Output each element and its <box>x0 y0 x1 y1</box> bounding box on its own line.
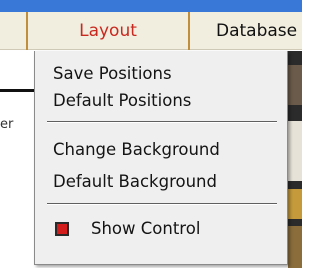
background-photo <box>288 65 302 105</box>
menu-item-default-background[interactable]: Default Background <box>53 171 217 193</box>
background-photo <box>288 226 302 268</box>
checkbox-checked-icon[interactable] <box>55 222 69 236</box>
background-content-left: er <box>0 51 34 268</box>
window-title-strip <box>0 0 302 12</box>
menu-separator <box>47 203 277 205</box>
menu-database[interactable]: Database <box>216 12 302 50</box>
menu-bar: Layout Database <box>0 12 302 50</box>
background-image-strip <box>288 51 302 268</box>
background-text-fragment: er <box>0 117 14 132</box>
layout-dropdown-menu: Save Positions Default Positions Change … <box>34 51 288 265</box>
background-photo <box>288 189 302 219</box>
menu-layout[interactable]: Layout <box>26 12 190 50</box>
menu-item-show-control[interactable]: Show Control <box>91 218 200 240</box>
background-photo <box>288 121 302 181</box>
menu-separator <box>47 121 277 123</box>
menu-item-change-background[interactable]: Change Background <box>53 139 220 161</box>
menu-item-default-positions[interactable]: Default Positions <box>53 90 191 112</box>
background-divider <box>0 89 34 92</box>
menu-item-save-positions[interactable]: Save Positions <box>53 63 172 85</box>
